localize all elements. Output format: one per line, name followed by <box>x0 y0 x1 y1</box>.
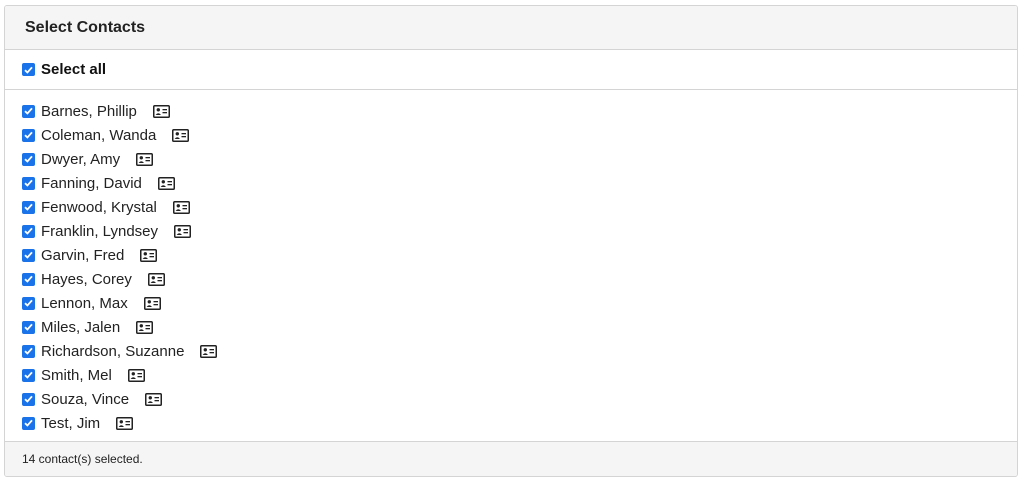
contact-row[interactable]: Test, Jim <box>22 411 1017 435</box>
contact-card-icon[interactable] <box>143 296 161 310</box>
contact-name: Coleman, Wanda <box>41 126 157 144</box>
select-contacts-panel: Select Contacts Select all Barnes, Phill… <box>4 5 1018 477</box>
contact-row[interactable]: Garvin, Fred <box>22 243 1017 267</box>
contact-checkbox[interactable] <box>22 272 35 286</box>
contact-checkbox[interactable] <box>22 152 35 166</box>
contact-name: Dwyer, Amy <box>41 150 121 168</box>
contact-row[interactable]: Hayes, Corey <box>22 267 1017 291</box>
contact-row[interactable]: Fanning, David <box>22 171 1017 195</box>
contact-checkbox[interactable] <box>22 296 35 310</box>
contact-name: Miles, Jalen <box>41 318 121 336</box>
contact-row[interactable]: Lennon, Max <box>22 291 1017 315</box>
selection-status: 14 contact(s) selected. <box>22 452 143 466</box>
contact-card-icon[interactable] <box>116 416 134 430</box>
contact-name: Lennon, Max <box>41 294 128 312</box>
contact-name: Richardson, Suzanne <box>41 342 185 360</box>
contact-row[interactable]: Barnes, Phillip <box>22 99 1017 123</box>
select-all-row[interactable]: Select all <box>5 50 1017 90</box>
contact-card-icon[interactable] <box>200 344 218 358</box>
contact-card-icon[interactable] <box>174 224 191 238</box>
panel-header: Select Contacts <box>5 6 1017 50</box>
contact-list: Barnes, Phillip Coleman, Wanda Dwyer, Amy F… <box>5 90 1017 435</box>
contact-row[interactable]: Dwyer, Amy <box>22 147 1017 171</box>
contact-checkbox[interactable] <box>22 200 35 214</box>
contact-row[interactable]: Miles, Jalen <box>22 315 1017 339</box>
contact-name: Garvin, Fred <box>41 246 125 264</box>
contact-checkbox[interactable] <box>22 416 35 430</box>
contact-checkbox[interactable] <box>22 248 35 262</box>
contact-name: Franklin, Lyndsey <box>41 222 158 240</box>
contact-row[interactable]: Fenwood, Krystal <box>22 195 1017 219</box>
contact-row[interactable]: Franklin, Lyndsey <box>22 219 1017 243</box>
contact-card-icon[interactable] <box>127 368 145 382</box>
contact-checkbox[interactable] <box>22 320 35 334</box>
contact-row[interactable]: Souza, Vince <box>22 387 1017 411</box>
contact-name: Fenwood, Krystal <box>41 198 157 216</box>
contact-card-icon[interactable] <box>147 272 165 286</box>
select-all-label: Select all <box>41 61 107 78</box>
panel-title: Select Contacts <box>25 18 146 36</box>
contact-card-icon[interactable] <box>172 128 190 142</box>
select-all-checkbox[interactable] <box>22 63 35 76</box>
contact-name: Fanning, David <box>41 174 142 192</box>
contact-card-icon[interactable] <box>136 320 154 334</box>
contact-name: Barnes, Phillip <box>41 102 137 120</box>
contact-name: Souza, Vince <box>41 390 130 408</box>
contact-name: Smith, Mel <box>41 366 112 384</box>
contact-checkbox[interactable] <box>22 104 35 118</box>
contact-checkbox[interactable] <box>22 368 35 382</box>
contact-row[interactable]: Richardson, Suzanne <box>22 339 1017 363</box>
contact-card-icon[interactable] <box>152 104 170 118</box>
contact-card-icon[interactable] <box>172 200 190 214</box>
contact-row[interactable]: Coleman, Wanda <box>22 123 1017 147</box>
contact-checkbox[interactable] <box>22 176 35 190</box>
contact-checkbox[interactable] <box>22 392 35 406</box>
contact-checkbox[interactable] <box>22 344 35 358</box>
contact-card-icon[interactable] <box>136 152 154 166</box>
contact-card-icon[interactable] <box>145 392 163 406</box>
panel-footer: 14 contact(s) selected. <box>5 441 1017 476</box>
contact-checkbox[interactable] <box>22 128 35 142</box>
contact-checkbox[interactable] <box>22 224 35 238</box>
contact-name: Test, Jim <box>41 414 101 432</box>
contact-card-icon[interactable] <box>140 248 158 262</box>
contact-card-icon[interactable] <box>157 176 175 190</box>
contact-row[interactable]: Smith, Mel <box>22 363 1017 387</box>
contact-name: Hayes, Corey <box>41 270 132 288</box>
